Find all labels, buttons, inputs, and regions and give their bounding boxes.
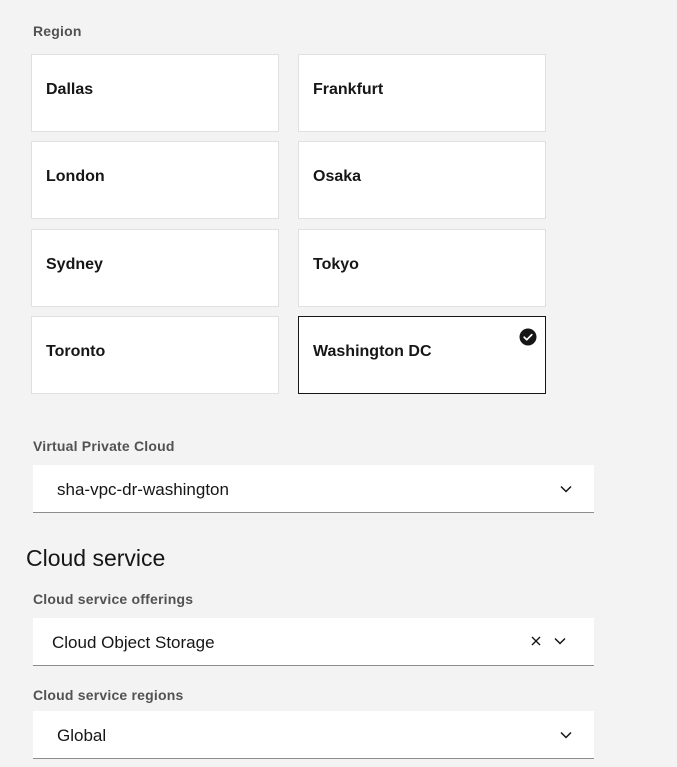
region-tile-sydney[interactable]: Sydney <box>31 229 279 307</box>
region-tile-osaka[interactable]: Osaka <box>298 141 546 219</box>
region-tile-tokyo[interactable]: Tokyo <box>298 229 546 307</box>
region-label: Region <box>33 23 82 39</box>
cloud-service-regions-selected-value: Global <box>57 726 107 745</box>
region-tile-label: Sydney <box>46 256 103 273</box>
checkmark-filled-icon <box>519 328 537 346</box>
region-tile-label: Toronto <box>46 343 106 360</box>
cloud-service-regions-label: Cloud service regions <box>33 687 184 703</box>
cloud-service-regions-dropdown[interactable]: Global <box>33 711 594 759</box>
vpc-label: Virtual Private Cloud <box>33 438 175 454</box>
region-tile-dallas[interactable]: Dallas <box>31 54 279 132</box>
chevron-down-icon[interactable] <box>553 634 567 648</box>
chevron-down-icon[interactable] <box>559 728 573 742</box>
region-tile-toronto[interactable]: Toronto <box>31 316 279 394</box>
close-icon[interactable] <box>529 634 543 648</box>
vpc-selected-value: sha-vpc-dr-washington <box>57 480 229 499</box>
cloud-service-heading: Cloud service <box>26 545 166 571</box>
region-tile-label: Washington DC <box>313 343 432 360</box>
cloud-service-offerings-selected-value: Cloud Object Storage <box>52 633 215 652</box>
region-tile-frankfurt[interactable]: Frankfurt <box>298 54 546 132</box>
region-tile-label: London <box>46 168 105 185</box>
region-tile-label: Tokyo <box>313 256 359 273</box>
cloud-service-offerings-label: Cloud service offerings <box>33 591 194 607</box>
region-tile-label: Dallas <box>46 81 94 98</box>
cloud-service-offerings-dropdown[interactable]: Cloud Object Storage <box>33 618 594 666</box>
region-tile-label: Frankfurt <box>313 81 384 98</box>
region-tile-washington-dc[interactable]: Washington DC <box>298 316 546 394</box>
vpc-dropdown[interactable]: sha-vpc-dr-washington <box>33 465 594 513</box>
region-tile-label: Osaka <box>313 168 362 185</box>
chevron-down-icon[interactable] <box>559 482 573 496</box>
region-tile-london[interactable]: London <box>31 141 279 219</box>
